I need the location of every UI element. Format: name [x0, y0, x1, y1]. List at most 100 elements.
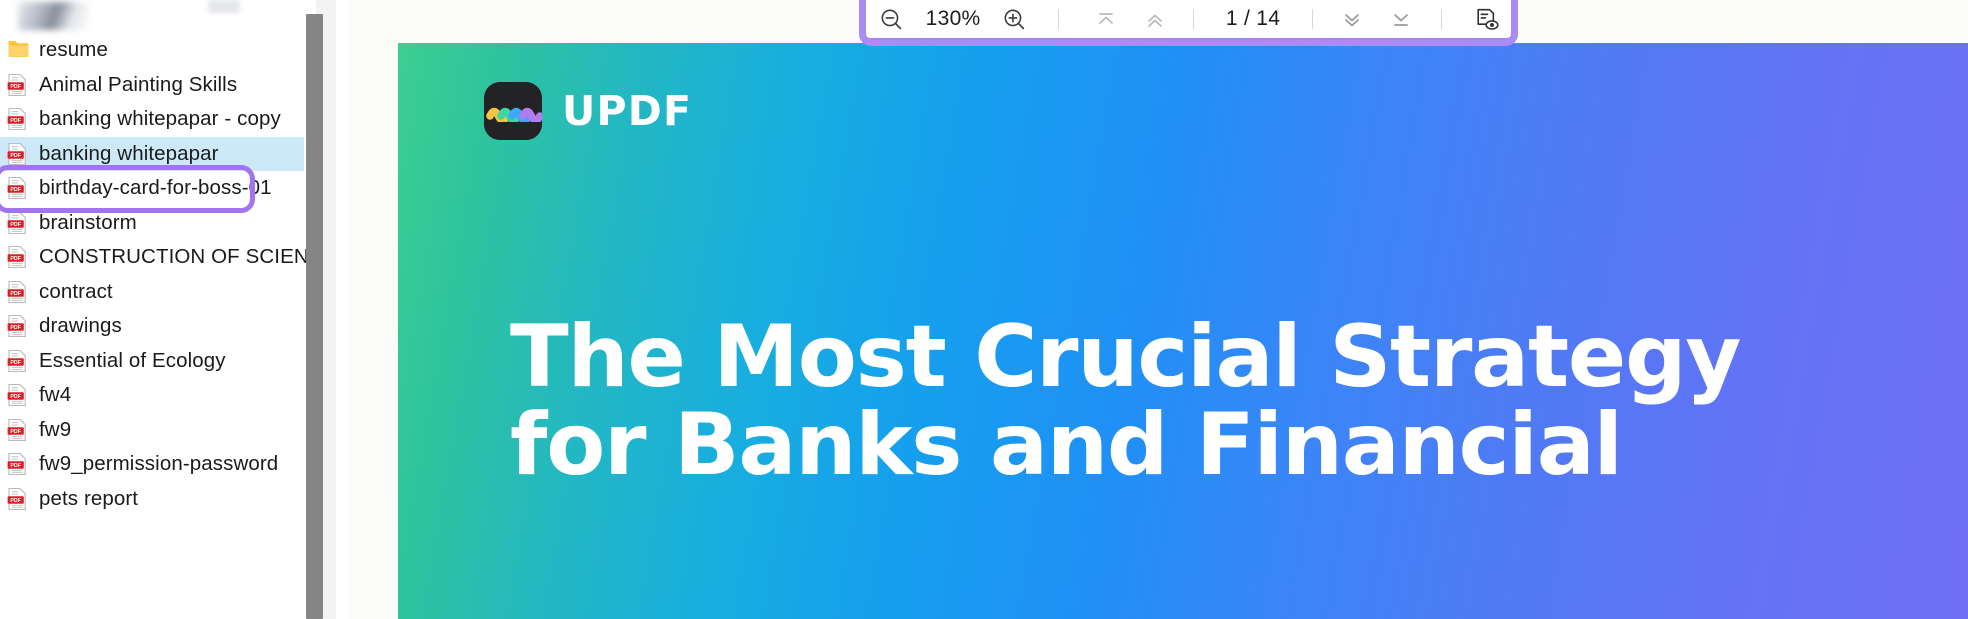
next-page-icon [1344, 14, 1359, 27]
file-list-item[interactable]: PDF contract [0, 275, 330, 310]
pdf-file-icon: PDF [7, 280, 26, 303]
updf-logo-block: UPDF [484, 82, 692, 140]
pdf-page-1[interactable]: UPDF The Most Crucial Strategy for Banks… [398, 43, 1968, 619]
next-page-button[interactable] [1327, 0, 1376, 38]
scrollbar-track[interactable] [306, 0, 336, 619]
file-name-label: birthday-card-for-boss-01 [39, 176, 272, 200]
zoom-level-value[interactable]: 130% [917, 7, 990, 31]
pdf-file-icon: PDF [7, 73, 29, 97]
zoom-out-icon [881, 9, 902, 29]
pdf-file-icon: PDF [7, 176, 29, 200]
file-list-item[interactable]: PDF drawings [0, 309, 330, 344]
pdf-file-icon: PDF [7, 487, 26, 510]
pdf-file-icon: PDF [7, 245, 29, 269]
pdf-file-icon: PDF [7, 349, 29, 373]
file-name-label: Essential of Ecology [39, 348, 226, 372]
svg-text:PDF: PDF [10, 429, 21, 435]
file-list-item[interactable]: PDF brainstorm [0, 206, 330, 241]
pdf-file-icon: PDF [7, 418, 29, 442]
file-name-label: fw4 [39, 383, 72, 407]
svg-text:PDF: PDF [10, 394, 21, 400]
file-name-label: contract [39, 279, 113, 303]
blurred-header-text [208, 0, 240, 13]
toolbar-separator-3 [1312, 9, 1314, 29]
file-list-item[interactable]: PDF fw9_permission-password [0, 447, 330, 482]
svg-text:PDF: PDF [10, 360, 21, 366]
page-indicator[interactable]: 1 / 14 [1194, 7, 1312, 31]
toolbar-separator-1 [1058, 9, 1060, 29]
file-name-label: fw9 [39, 417, 72, 441]
folder-icon [8, 41, 29, 58]
file-name-label: CONSTRUCTION OF SCIENCE [39, 245, 338, 269]
last-page-icon [1393, 14, 1408, 26]
svg-text:PDF: PDF [10, 291, 21, 297]
file-name-label: banking whitepapar - copy [39, 107, 281, 131]
pdf-toolbar: 130% 1 / 14 [866, 0, 1511, 38]
pdf-file-icon: PDF [7, 349, 26, 372]
file-list-item[interactable]: PDF Animal Painting Skills [0, 68, 330, 103]
svg-text:PDF: PDF [10, 153, 21, 159]
pdf-file-icon: PDF [7, 453, 26, 476]
folder-icon [7, 38, 29, 62]
svg-text:PDF: PDF [10, 325, 21, 331]
pdf-file-icon: PDF [7, 142, 26, 165]
file-name-label: resume [39, 38, 108, 62]
pdf-file-icon: PDF [7, 107, 29, 131]
file-sidebar: resume PDF Animal Painting Skills PDF bankin… [0, 0, 348, 619]
file-list-item[interactable]: PDF pets report [0, 482, 330, 517]
file-list-item[interactable]: PDF banking whitepapar - copy [0, 102, 330, 137]
first-page-button[interactable] [1081, 0, 1130, 38]
svg-text:PDF: PDF [10, 84, 21, 90]
pdf-file-icon: PDF [7, 246, 26, 269]
zoom-in-button[interactable] [989, 0, 1040, 38]
file-name-label: brainstorm [39, 210, 137, 234]
previous-page-button[interactable] [1130, 0, 1179, 38]
page-view-icon [1477, 8, 1499, 30]
file-name-label: pets report [39, 486, 139, 510]
file-name-label: banking whitepapar [39, 141, 219, 165]
page-title-line-1: The Most Crucial Strategy [510, 307, 1741, 407]
svg-text:PDF: PDF [10, 463, 21, 469]
svg-text:PDF: PDF [10, 222, 21, 228]
pdf-file-icon: PDF [7, 142, 29, 166]
file-list: resume PDF Animal Painting Skills PDF bankin… [0, 33, 337, 517]
file-list-item-selected[interactable]: PDF banking whitepapar [0, 136, 304, 171]
pdf-file-icon: PDF [7, 177, 26, 200]
file-name-label: drawings [39, 314, 122, 338]
file-list-item[interactable]: PDF fw9 [0, 413, 330, 448]
app-window: resume PDF Animal Painting Skills PDF bankin… [0, 0, 1968, 619]
svg-text:PDF: PDF [10, 256, 21, 262]
pdf-file-icon: PDF [7, 384, 26, 407]
file-list-item[interactable]: PDF birthday-card-for-boss-01 [0, 171, 330, 206]
pdf-file-icon: PDF [7, 452, 29, 476]
page-title-line-2: for Banks and Financial [510, 395, 1623, 495]
updf-logo-icon [484, 82, 542, 140]
zoom-out-button[interactable] [866, 0, 917, 38]
pdf-file-icon: PDF [7, 280, 29, 304]
file-name-label: fw9_permission-password [39, 452, 279, 476]
pdf-file-icon: PDF [7, 108, 26, 131]
updf-brand-text: UPDF [562, 87, 693, 135]
pdf-file-icon: PDF [7, 315, 26, 338]
svg-text:PDF: PDF [10, 187, 21, 193]
scrollbar-thumb[interactable] [306, 14, 323, 619]
pdf-file-icon: PDF [7, 418, 26, 441]
file-list-item[interactable]: resume [0, 33, 330, 68]
pdf-file-icon: PDF [7, 73, 26, 96]
toolbar-separator-4 [1441, 9, 1443, 29]
blurred-account-label [18, 2, 88, 30]
sidebar-right-edge [336, 0, 348, 619]
file-list-item[interactable]: PDF CONSTRUCTION OF SCIENCE [0, 240, 337, 275]
pdf-file-icon: PDF [7, 314, 29, 338]
pdf-file-icon: PDF [7, 383, 29, 407]
last-page-button[interactable] [1376, 0, 1425, 38]
page-view-button[interactable] [1462, 0, 1511, 38]
file-list-item[interactable]: PDF Essential of Ecology [0, 344, 330, 379]
pdf-file-icon: PDF [7, 211, 26, 234]
file-list-item[interactable]: PDF fw4 [0, 378, 330, 413]
pdf-file-icon: PDF [7, 487, 29, 511]
zoom-in-icon [1004, 9, 1025, 29]
svg-text:PDF: PDF [10, 118, 21, 124]
document-viewer: UPDF The Most Crucial Strategy for Banks… [348, 0, 1968, 619]
svg-text:PDF: PDF [10, 498, 21, 504]
